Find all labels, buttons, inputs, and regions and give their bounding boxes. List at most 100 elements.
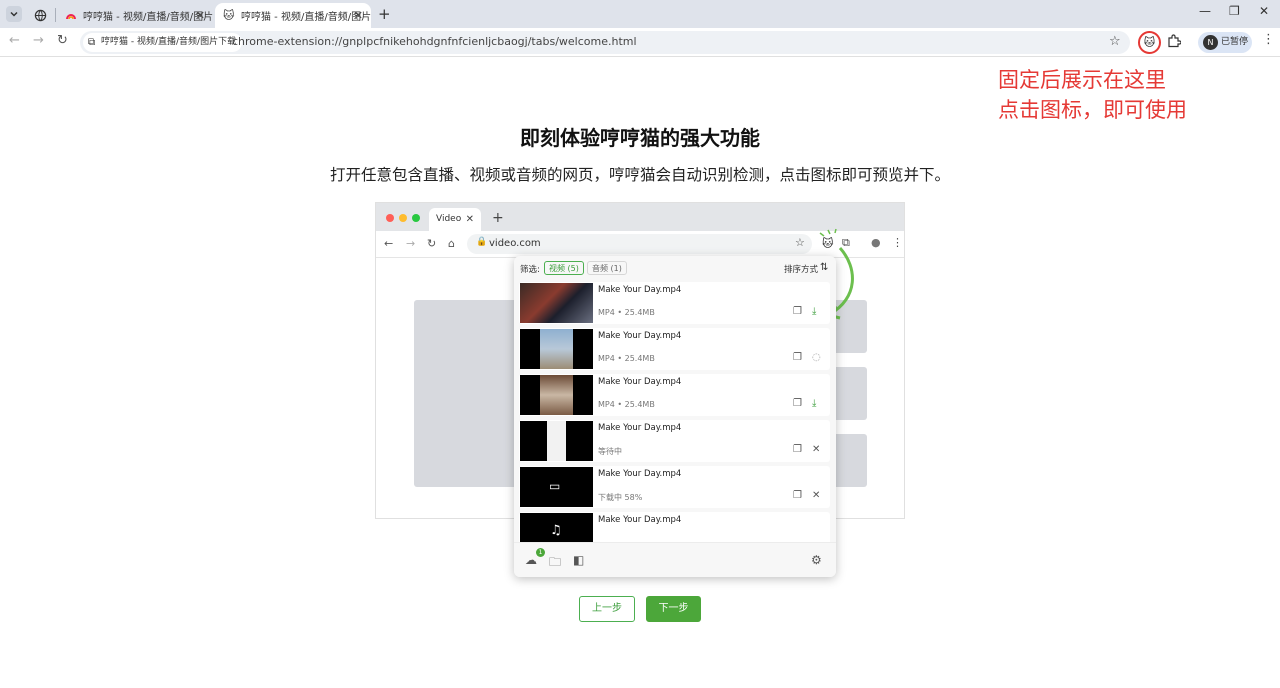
tab-search-button[interactable] [6, 6, 22, 22]
copy-icon[interactable]: ❐ [793, 352, 802, 363]
mock-url: video.com [489, 238, 541, 249]
tab-strip: 哼哼猫 - 视频/直播/音频/图片下 ✕ 🐱 哼哼猫 - 视频/直播/音频/图片… [0, 0, 1280, 28]
video-thumbnail [520, 421, 593, 461]
badge-count: 1 [536, 548, 545, 557]
filter-label: 筛选: [520, 265, 540, 275]
placeholder-block [414, 300, 518, 487]
forward-icon: → [406, 237, 416, 250]
cloud-download-icon[interactable]: ☁ [525, 553, 537, 567]
copy-icon[interactable]: ❐ [793, 490, 802, 501]
item-name: Make Your Day.mp4 [598, 469, 682, 479]
forward-icon[interactable]: → [33, 33, 44, 48]
home-icon: ⌂ [448, 237, 455, 250]
video-thumbnail [520, 283, 593, 323]
placeholder-block [833, 367, 867, 420]
mock-tab: Video ✕ [429, 208, 481, 231]
plus-icon: + [492, 210, 504, 226]
site-chip-label: 哼哼猫 - 视频/直播/音频/图片下载 [101, 37, 237, 47]
list-item: ▭ Make Your Day.mp4 下载中 58% ❐ ✕ [519, 466, 830, 508]
loading-spinner-icon: ◌ [812, 352, 821, 363]
back-icon[interactable]: ← [9, 33, 20, 48]
extensions-puzzle-icon[interactable] [1167, 33, 1182, 52]
download-icon[interactable]: ⤓ [812, 306, 816, 317]
menu-dots-icon: ⋮ [892, 236, 903, 249]
item-name: Make Your Day.mp4 [598, 331, 682, 341]
minimize-icon[interactable]: — [1199, 4, 1211, 18]
tab-title: 哼哼猫 - 视频/直播/音频/图片下 [83, 12, 213, 23]
lock-icon: 🔒 [476, 237, 488, 247]
new-tab-button[interactable]: + [378, 5, 391, 23]
item-meta: MP4 • 25.4MB [598, 354, 655, 363]
page-subtitle: 打开任意包含直播、视频或音频的网页，哼哼猫会自动识别检测，点击图标即可预览并下。 [329, 166, 950, 184]
tab-title: 哼哼猫 - 视频/直播/音频/图片下 [241, 12, 371, 23]
cancel-icon[interactable]: ✕ [812, 444, 820, 455]
item-name: Make Your Day.mp4 [598, 423, 682, 433]
video-camera-icon: ▭ [549, 479, 561, 493]
next-step-button[interactable]: 下一步 [646, 596, 701, 622]
video-thumbnail [520, 329, 593, 369]
menu-dots-icon[interactable]: ⋮ [1262, 32, 1275, 47]
site-chip[interactable]: ⧉ 哼哼猫 - 视频/直播/音频/图片下载 [83, 33, 243, 52]
item-meta: MP4 • 25.4MB [598, 400, 655, 409]
extension-cat-icon[interactable]: 🐱 [1138, 31, 1161, 54]
plus-icon: + [378, 5, 391, 23]
cancel-icon[interactable]: ✕ [812, 490, 820, 501]
close-icon[interactable]: ✕ [196, 9, 205, 22]
star-icon[interactable]: ☆ [1109, 34, 1121, 49]
browser-toolbar: ← → ↻ ⧉ 哼哼猫 - 视频/直播/音频/图片下载 chrome-exten… [0, 28, 1280, 57]
mock-address-bar: 🔒 video.com ☆ [467, 234, 812, 254]
rainbow-icon [66, 13, 76, 19]
puzzle-icon: ⧉ [88, 37, 96, 48]
video-thumbnail: ▭ [520, 467, 593, 507]
popup-filter-bar: 筛选: 视频 (5) 音频 (1) 排序方式 ⇅ [514, 256, 836, 281]
filter-audio-chip[interactable]: 音频 (1) [587, 261, 627, 275]
item-meta: 下载中 58% [598, 493, 643, 502]
list-item: Make Your Day.mp4 等待中 ❐ ✕ [519, 420, 830, 462]
video-thumbnail [520, 375, 593, 415]
popup-footer: ☁ 1 🗀 ◧ ⚙ [514, 542, 836, 577]
music-note-icon: ♫ [550, 523, 562, 538]
item-name: Make Your Day.mp4 [598, 515, 682, 525]
globe-icon[interactable] [34, 7, 47, 26]
url-text[interactable]: chrome-extension://gnplpcfnikehohdgnfnfc… [232, 35, 637, 48]
item-name: Make Your Day.mp4 [598, 377, 682, 387]
pin-annotation-line2: 点击图标，即可使用 [998, 98, 1187, 122]
restore-icon[interactable]: ❐ [1229, 4, 1240, 18]
sort-label[interactable]: 排序方式 [784, 263, 818, 275]
reload-icon[interactable]: ↻ [57, 33, 68, 48]
back-icon: ← [384, 237, 394, 250]
close-window-icon[interactable]: ✕ [1259, 4, 1269, 18]
sidebar-panel-icon[interactable]: ◧ [573, 553, 584, 567]
item-name: Make Your Day.mp4 [598, 285, 682, 295]
filter-video-chip[interactable]: 视频 (5) [544, 261, 584, 275]
profile-button[interactable]: N 已暂停 [1198, 32, 1252, 53]
copy-icon[interactable]: ❐ [793, 444, 802, 455]
settings-gear-icon[interactable]: ⚙ [811, 553, 822, 567]
list-item: Make Your Day.mp4 MP4 • 25.4MB ❐ ◌ [519, 328, 830, 370]
tab-inactive[interactable]: 哼哼猫 - 视频/直播/音频/图片下 ✕ [57, 3, 213, 28]
close-icon: ✕ [465, 214, 474, 225]
mock-tab-title: Video [436, 214, 462, 224]
list-item: Make Your Day.mp4 MP4 • 25.4MB ❐ ⤓ [519, 374, 830, 416]
list-item: Make Your Day.mp4 MP4 • 25.4MB ❐ ⤓ [519, 282, 830, 324]
tab-active[interactable]: 🐱 哼哼猫 - 视频/直播/音频/图片下 ✕ [215, 3, 371, 28]
address-bar[interactable]: ⧉ 哼哼猫 - 视频/直播/音频/图片下载 chrome-extension:/… [80, 31, 1130, 54]
download-icon[interactable]: ⤓ [812, 398, 816, 409]
extension-popup: 筛选: 视频 (5) 音频 (1) 排序方式 ⇅ Make Your Day.m… [514, 256, 836, 577]
item-meta: 等待中 [598, 447, 622, 456]
sort-icon[interactable]: ⇅ [820, 262, 828, 273]
page-title: 即刻体验哼哼猫的强大功能 [520, 126, 760, 150]
reload-icon: ↻ [427, 237, 437, 250]
close-icon[interactable]: ✕ [354, 9, 363, 22]
avatar: N [1203, 35, 1218, 50]
prev-step-button[interactable]: 上一步 [579, 596, 635, 622]
user-icon: ● [871, 236, 881, 249]
copy-icon[interactable]: ❐ [793, 398, 802, 409]
copy-icon[interactable]: ❐ [793, 306, 802, 317]
placeholder-block [833, 434, 867, 487]
pin-annotation-line1: 固定后展示在这里 [998, 68, 1166, 92]
profile-status: 已暂停 [1221, 37, 1249, 47]
cat-icon: 🐱 [223, 8, 235, 22]
folder-icon[interactable]: 🗀 [549, 553, 561, 574]
item-meta: MP4 • 25.4MB [598, 308, 655, 317]
